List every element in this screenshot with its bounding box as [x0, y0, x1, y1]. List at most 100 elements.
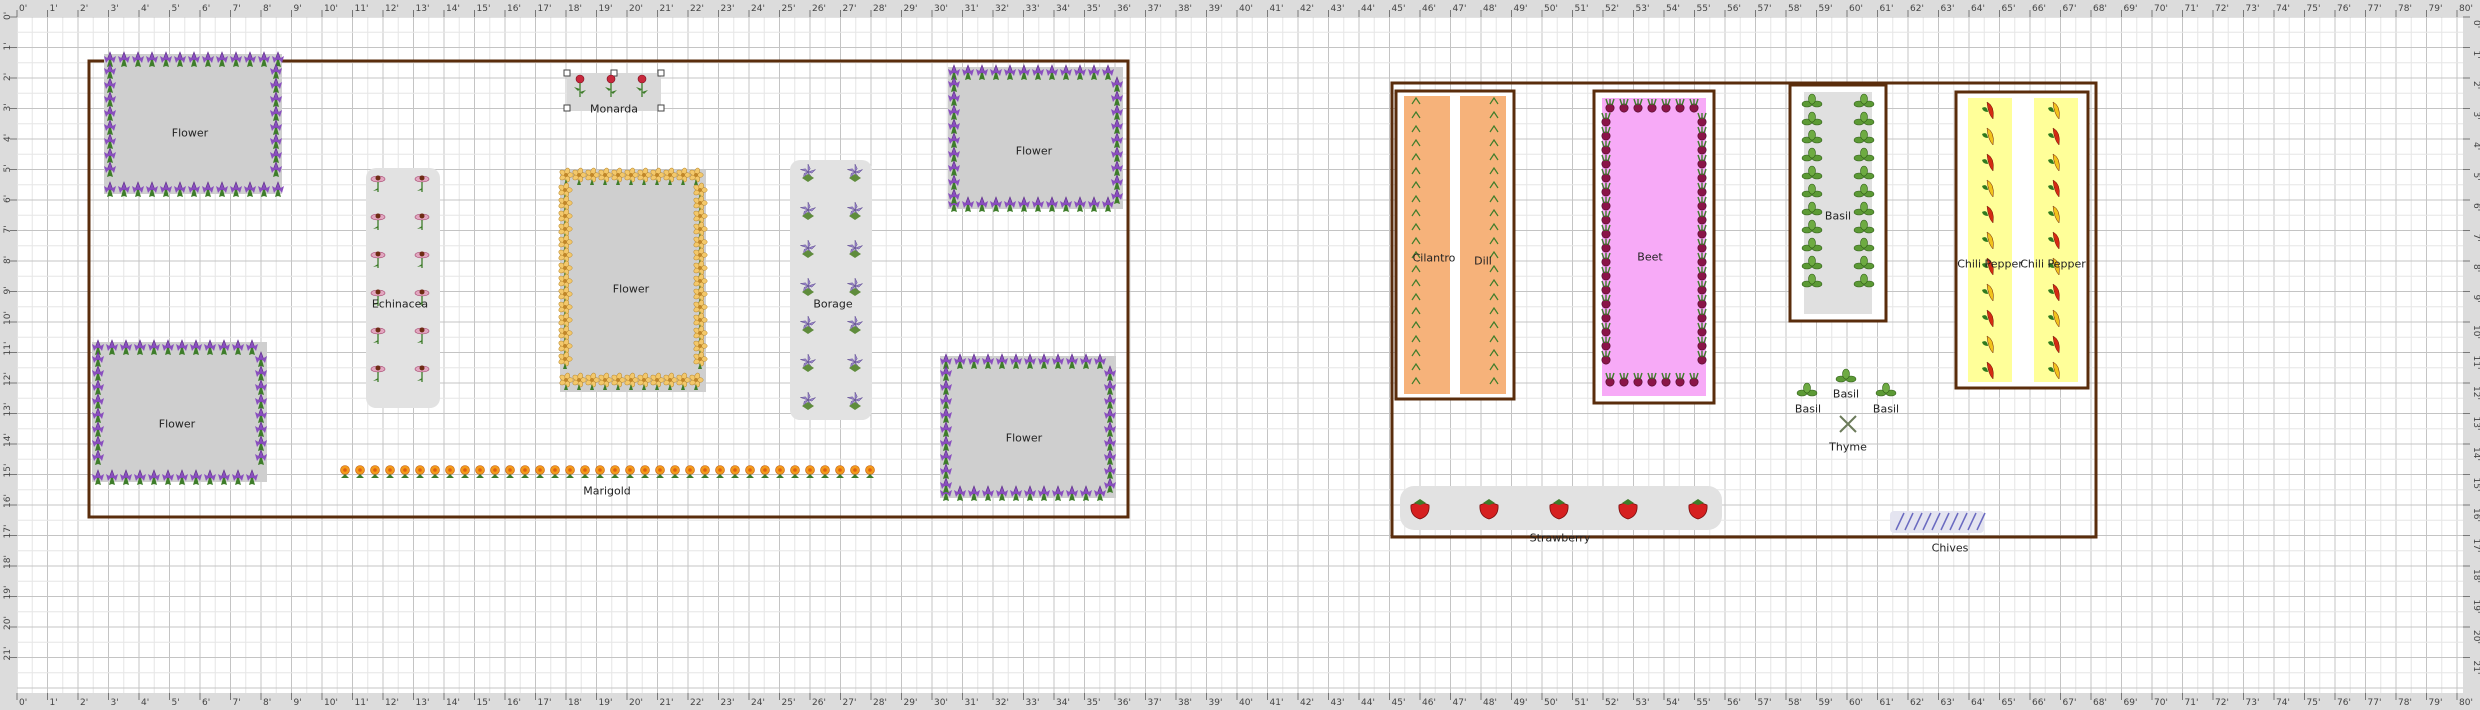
- center: [577, 173, 581, 177]
- center: [433, 468, 437, 472]
- ruler-label-top: 18': [568, 4, 582, 14]
- thyme-icon: [1839, 415, 1857, 433]
- marigold-icon: [790, 465, 800, 478]
- ruler-label-right: 9': [2471, 295, 2480, 303]
- ruler-label-bottom: 67': [2063, 698, 2077, 708]
- leaf: [1803, 382, 1811, 394]
- root: [1601, 229, 1611, 239]
- ruler-label-right: 1': [2471, 51, 2480, 59]
- ruler-label-right: 7': [2471, 234, 2480, 242]
- ruler-label-bottom: 8': [263, 698, 271, 708]
- ruler-label-bottom: 68': [2093, 698, 2107, 708]
- root: [1697, 355, 1707, 365]
- ruler-label-bottom: 78': [2398, 698, 2412, 708]
- center: [463, 468, 467, 472]
- marigold-icon: [670, 465, 680, 478]
- ruler-label-bottom: 15': [477, 698, 491, 708]
- ruler-label-top: 3': [111, 4, 119, 14]
- ruler-label-top: 71': [2185, 4, 2199, 14]
- ruler-label-bottom: 76': [2337, 698, 2351, 708]
- center: [698, 331, 702, 335]
- root: [1697, 215, 1707, 225]
- marigold-icon: [835, 465, 845, 478]
- root: [1697, 271, 1707, 281]
- ruler-label-top: 7': [233, 4, 241, 14]
- beet-icon: [1661, 372, 1671, 387]
- ruler-label-top: 14': [446, 4, 460, 14]
- garden-canvas[interactable]: 0' 0' 1' 1' 2' 2' 3' 3' 4' 4' 5' 5' 6' 6' 7' 7' 8' 8' 9' 9'…: [0, 0, 2480, 710]
- ruler-label-bottom: 30': [934, 698, 948, 708]
- ruler-label-bottom: 32': [995, 698, 1009, 708]
- flower-bed-5: [940, 356, 1116, 498]
- root: [1601, 341, 1611, 351]
- beet-icon: [1697, 308, 1707, 323]
- beet-icon: [1675, 98, 1685, 113]
- ruler-label-bottom: 53': [1636, 698, 1650, 708]
- marigold-icon: [370, 465, 380, 478]
- center: [603, 378, 607, 382]
- ruler-label-top: 28': [873, 4, 887, 14]
- ruler-label-bottom: 6': [202, 698, 210, 708]
- borage-bed: [790, 160, 872, 420]
- ruler-label-top: 68': [2093, 4, 2107, 14]
- ruler-label-top: 73': [2246, 4, 2260, 14]
- root: [1601, 271, 1611, 281]
- ruler-label-bottom: 36': [1117, 698, 1131, 708]
- center: [668, 378, 672, 382]
- center: [448, 468, 452, 472]
- ruler-label-bottom: 57': [1758, 698, 1772, 708]
- root: [1647, 103, 1657, 113]
- ruler-label-left: 21': [3, 647, 13, 661]
- center: [523, 468, 527, 472]
- center: [563, 292, 567, 296]
- ruler-label-top: 53': [1636, 4, 1650, 14]
- ruler-label-top: 70': [2154, 4, 2168, 14]
- center: [868, 468, 872, 472]
- marigold-icon: [445, 465, 455, 478]
- ruler-label-top: 57': [1758, 4, 1772, 14]
- center: [698, 201, 702, 205]
- ruler-label-bottom: 54': [1666, 698, 1680, 708]
- marigold-icon: [400, 465, 410, 478]
- beet-icon: [1689, 98, 1699, 113]
- ruler-label-bottom: 21': [660, 698, 674, 708]
- ruler-label-left: 5': [3, 164, 13, 172]
- ruler-label-bottom: 7': [233, 698, 241, 708]
- center: [375, 365, 381, 371]
- garden-plan-svg[interactable]: 0' 0' 1' 1' 2' 2' 3' 3' 4' 4' 5' 5' 6' 6' 7' 7' 8' 8' 9' 9'…: [0, 0, 2480, 710]
- ruler-label-bottom: 55': [1697, 698, 1711, 708]
- ruler-label-top: 27': [843, 4, 857, 14]
- root: [1675, 377, 1685, 387]
- leaf: [1860, 165, 1868, 177]
- flower-bed-3: [560, 170, 706, 392]
- ruler-label-bottom: 28': [873, 698, 887, 708]
- ruler-label-top: 48': [1483, 4, 1497, 14]
- marigold-icon: [850, 465, 860, 478]
- ruler-label-right: 15': [2471, 478, 2480, 492]
- ruler-label-bottom: 69': [2124, 698, 2138, 708]
- beds: [87, 54, 2098, 539]
- ruler-label-bottom: 46': [1422, 698, 1436, 708]
- center: [568, 468, 572, 472]
- ruler-label-top: 41': [1270, 4, 1284, 14]
- center: [673, 468, 677, 472]
- ruler-label-top: 10': [324, 4, 338, 14]
- ruler-label-top: 11': [355, 4, 369, 14]
- ruler-label-top: 79': [2429, 4, 2443, 14]
- ruler-label-bottom: 70': [2154, 698, 2168, 708]
- root: [1697, 257, 1707, 267]
- bloom: [637, 74, 647, 84]
- center: [853, 468, 857, 472]
- marigold-icon: [730, 465, 740, 478]
- center: [577, 378, 581, 382]
- center: [375, 327, 381, 333]
- ruler-label-bottom: 3': [111, 698, 119, 708]
- ruler-label-top: 78': [2398, 4, 2412, 14]
- ruler-label-top: 65': [2002, 4, 2016, 14]
- beet-icon: [1697, 154, 1707, 169]
- ruler-label-right: 16': [2471, 508, 2480, 522]
- beet-icon: [1697, 224, 1707, 239]
- beet-icon: [1697, 112, 1707, 127]
- ruler-label-bottom: 17': [538, 698, 552, 708]
- ruler-label-bottom: 11': [355, 698, 369, 708]
